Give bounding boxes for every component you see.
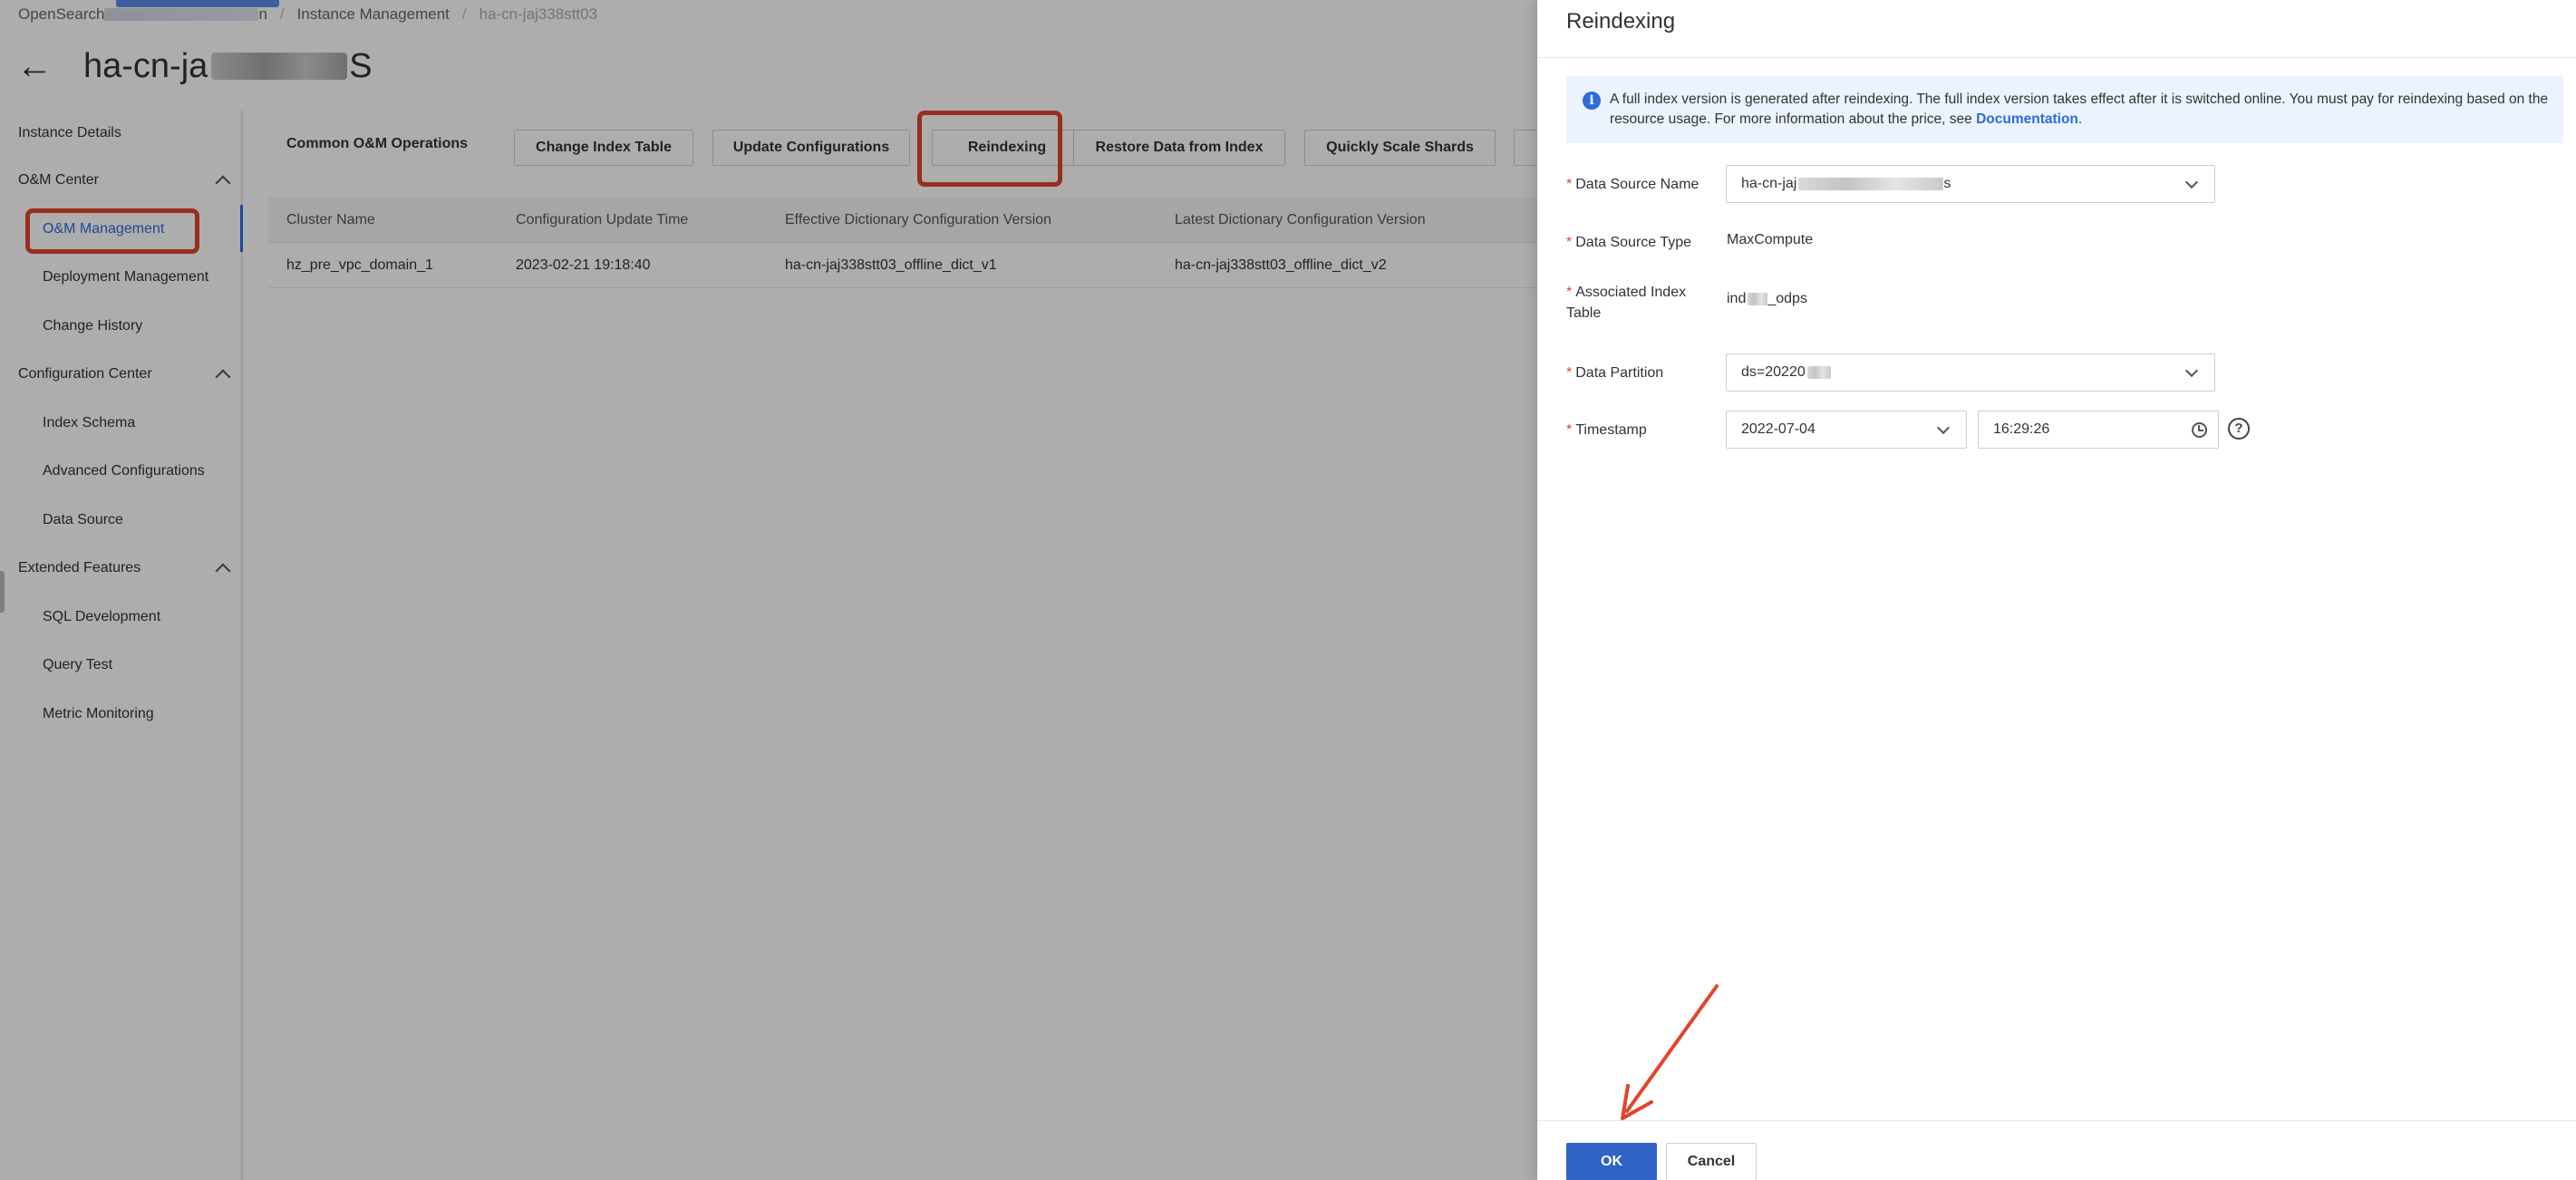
data-source-name-select[interactable]: ha-cn-jaj s: [1726, 165, 2215, 203]
data-source-type-value: MaxCompute: [1727, 232, 1814, 247]
label-text: Timestamp: [1575, 422, 1647, 438]
value-prefix: ind: [1727, 291, 1747, 306]
info-notice: i A full index version is generated afte…: [1566, 76, 2563, 143]
label-text: Data Partition: [1575, 365, 1664, 381]
reindexing-drawer: Reindexing i A full index version is gen…: [1537, 0, 2576, 1180]
info-text: A full index version is generated after …: [1610, 90, 2552, 130]
label-text: Data Source Type: [1575, 235, 1692, 250]
date-value: 2022-07-04: [1741, 421, 1816, 437]
data-partition-select[interactable]: ds=20220: [1726, 353, 2215, 392]
select-value: ha-cn-jaj s: [1741, 166, 1951, 202]
help-icon[interactable]: ?: [2228, 418, 2250, 440]
value-prefix: ha-cn-jaj: [1741, 176, 1797, 191]
redacted-text: [1798, 178, 1944, 190]
required-mark: *: [1566, 422, 1573, 438]
associated-index-table-label: * Associated Index Table: [1566, 282, 1711, 324]
label-text: Data Source Name: [1575, 177, 1700, 192]
required-mark: *: [1566, 235, 1573, 250]
drawer-footer: OK Cancel: [1537, 1120, 2576, 1180]
info-end: .: [2077, 111, 2083, 127]
associated-index-table-value: ind _odps: [1727, 291, 1807, 307]
value-suffix: _odps: [1767, 291, 1807, 306]
data-source-type-label: * Data Source Type: [1566, 232, 1711, 253]
select-value: ds=20220: [1741, 354, 1831, 391]
clock-icon: [2192, 422, 2207, 438]
required-mark: *: [1566, 177, 1573, 192]
redacted-text: [1748, 293, 1768, 305]
required-mark: *: [1566, 365, 1573, 381]
drawer-header: Reindexing: [1537, 0, 2576, 58]
required-mark: *: [1566, 285, 1573, 300]
time-picker[interactable]: 16:29:26: [1978, 411, 2219, 449]
documentation-link[interactable]: Documentation: [1976, 111, 2078, 127]
data-source-name-label: * Data Source Name: [1566, 174, 1711, 195]
date-picker[interactable]: 2022-07-04: [1726, 411, 1967, 449]
label-text: Associated Index Table: [1566, 285, 1687, 321]
time-value: 16:29:26: [1993, 421, 2050, 437]
value-prefix: ds=20220: [1741, 364, 1806, 380]
ok-button[interactable]: OK: [1566, 1143, 1657, 1180]
info-icon: i: [1583, 92, 1601, 110]
modal-overlay[interactable]: [0, 0, 1537, 1180]
timestamp-label: * Timestamp: [1566, 420, 1711, 440]
cancel-button[interactable]: Cancel: [1666, 1143, 1757, 1180]
chevron-down-icon: [2184, 175, 2199, 189]
chevron-down-icon: [2184, 363, 2199, 378]
data-partition-label: * Data Partition: [1566, 363, 1711, 383]
redacted-text: [1806, 366, 1831, 379]
chevron-down-icon: [1936, 421, 1951, 435]
drawer-title: Reindexing: [1566, 9, 1676, 34]
value-suffix: s: [1943, 176, 1951, 191]
